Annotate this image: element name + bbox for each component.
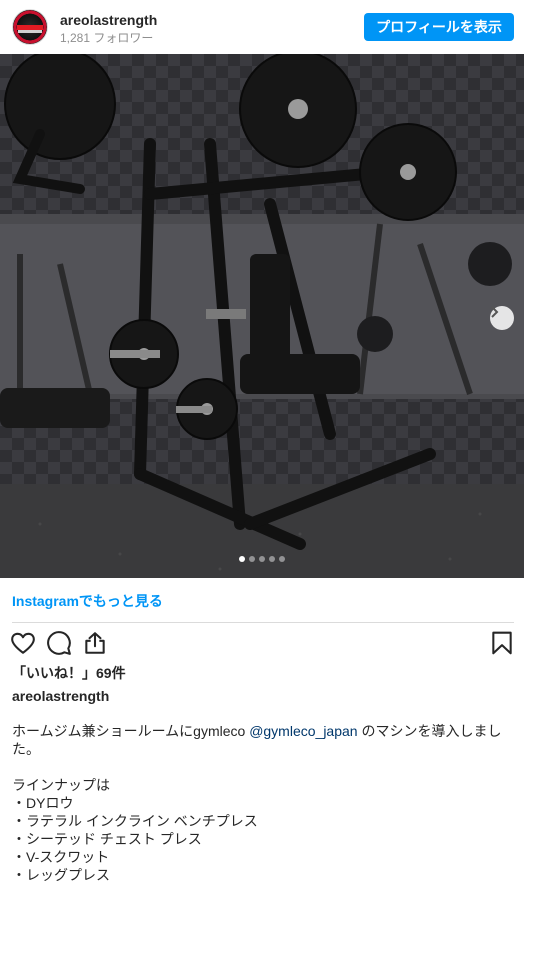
caption-username[interactable]: areolastrength [12, 688, 109, 704]
carousel-dot-active [239, 556, 245, 562]
caption-item: ・DYロウ [12, 795, 74, 811]
carousel-dot [269, 556, 275, 562]
caption-item: ・レッグプレス [12, 867, 110, 883]
view-profile-button[interactable]: プロフィールを表示 [364, 13, 514, 41]
heart-icon [11, 632, 35, 654]
caption-item: ・シーテッド チェスト プレス [12, 831, 202, 847]
bookmark-icon [492, 631, 512, 655]
mention-link[interactable]: @gymleco_japan [249, 723, 357, 739]
like-button[interactable] [10, 630, 38, 658]
avatar[interactable] [12, 9, 48, 45]
share-icon [85, 632, 105, 654]
carousel-next-button[interactable] [490, 306, 514, 330]
caption-lineup-title: ラインナップは [12, 777, 110, 793]
like-count[interactable]: 「いいね！」69件 [12, 663, 126, 683]
avatar-logo-text [18, 30, 42, 33]
carousel-dot [279, 556, 285, 562]
follower-count: 1,281 フォロワー [60, 31, 154, 45]
caption-item: ・V-スクワット [12, 849, 110, 865]
comment-icon [47, 631, 71, 655]
post-image[interactable] [0, 54, 524, 578]
divider [12, 622, 514, 623]
carousel-dot [249, 556, 255, 562]
comment-button[interactable] [46, 630, 74, 658]
caption-line-intro: ホームジム兼ショールームにgymleco @gymleco_japan のマシン… [12, 722, 502, 758]
action-bar [0, 630, 524, 658]
chevron-right-icon [491, 306, 499, 318]
post-header: areolastrength 1,281 フォロワー プロフィールを表示 [0, 0, 540, 54]
caption-text: ホームジム兼ショールームにgymleco [12, 723, 250, 739]
carousel-indicator [0, 556, 524, 562]
share-button[interactable] [82, 630, 110, 658]
caption-item: ・ラテラル インクライン ベンチプレス [12, 813, 258, 829]
gym-machine-photo [0, 54, 524, 578]
view-more-on-instagram-link[interactable]: Instagramでもっと見る [12, 591, 163, 611]
post-caption: ホームジム兼ショールームにgymleco @gymleco_japan のマシン… [12, 722, 502, 884]
carousel-dot [259, 556, 265, 562]
header-username[interactable]: areolastrength [60, 12, 157, 28]
save-button[interactable] [489, 630, 517, 658]
